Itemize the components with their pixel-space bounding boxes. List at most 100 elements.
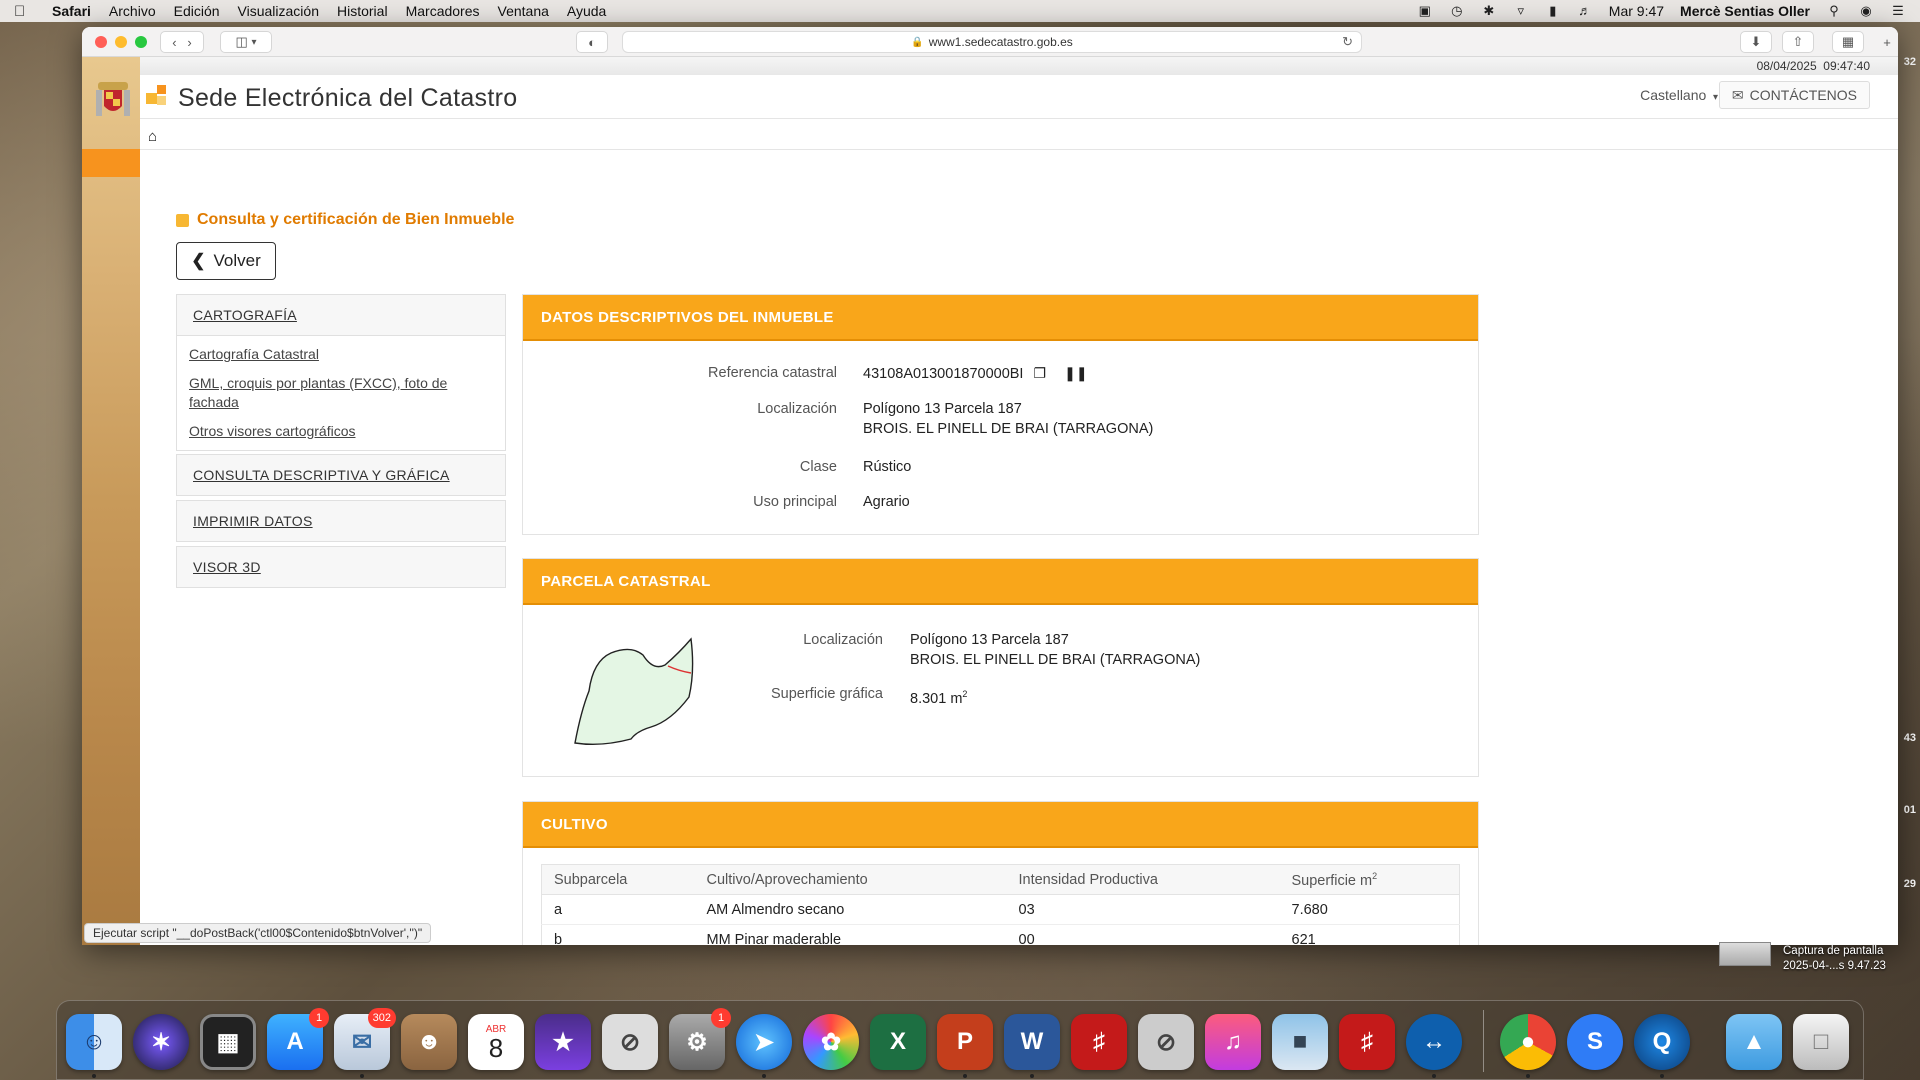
share-button[interactable]: ⇧	[1782, 31, 1814, 53]
label-parcela-localizacion: Localización	[803, 632, 883, 648]
sidebar-cartografia-title[interactable]: CARTOGRAFÍA	[177, 295, 505, 335]
menu-historial[interactable]: Historial	[337, 3, 388, 19]
sidebar-imprimir-title[interactable]: IMPRIMIR DATOS	[177, 501, 505, 541]
mail-badge: 302	[367, 1008, 396, 1028]
grid-icon: ▦	[1841, 34, 1855, 49]
downloads-button[interactable]: ⬇	[1740, 31, 1772, 53]
bluetooth-icon[interactable]: ✱	[1481, 4, 1497, 18]
tab-overview-button[interactable]: ▦	[1832, 31, 1864, 53]
screen-mirror-icon[interactable]: ▣	[1417, 4, 1433, 18]
link-otros-visores[interactable]: Otros visores cartográficos	[189, 417, 493, 446]
system-preferences-icon[interactable]: ⚙ 1	[669, 1008, 731, 1070]
table-row: b MM Pinar maderable 00 621	[541, 924, 1460, 945]
zoom-window-button[interactable]	[135, 35, 147, 48]
column-header-subparcela: Subparcela	[541, 864, 695, 895]
menu-app-name[interactable]: Safari	[52, 3, 91, 19]
cell-superficie: 621	[1279, 924, 1460, 945]
acrobat-reader-icon[interactable]: ♯	[1339, 1014, 1395, 1070]
catastro-logo-icon[interactable]	[146, 85, 170, 109]
apple-icon[interactable]: 	[14, 3, 30, 20]
time-machine-icon[interactable]: ◷	[1449, 4, 1465, 18]
spain-coat-of-arms-icon[interactable]	[90, 77, 136, 121]
trash-icon[interactable]: □	[1793, 1014, 1849, 1070]
menu-user[interactable]: Mercè Sentias Oller	[1680, 3, 1810, 19]
screenshot-thumbnail[interactable]	[1719, 942, 1771, 966]
sidebar-consulta-title[interactable]: CONSULTA DESCRIPTIVA Y GRÁFICA	[177, 455, 505, 495]
spotlight-icon[interactable]: ⚲	[1826, 4, 1842, 18]
link-gml-croquis[interactable]: GML, croquis por plantas (FXCC), foto de…	[189, 369, 493, 417]
calendar-icon[interactable]: ABR 8	[468, 1014, 524, 1070]
screenshot-label[interactable]: Captura de pantalla 2025-04-...s 9.47.23	[1783, 944, 1886, 974]
plus-icon: +	[1883, 34, 1891, 50]
safari-window: ‹ › ◫ ▾ ◐ 🔒 www1.sedecatastro.gob.es ↻ ⬇…	[82, 27, 1898, 945]
siri-icon[interactable]: ◉	[1858, 4, 1874, 18]
address-bar[interactable]: 🔒 www1.sedecatastro.gob.es ↻	[622, 31, 1362, 53]
menu-edicion[interactable]: Edición	[174, 3, 220, 19]
sidebar-consulta: CONSULTA DESCRIPTIVA Y GRÁFICA	[176, 454, 506, 496]
chrome-icon[interactable]: ●	[1500, 1014, 1556, 1070]
chevron-left-icon[interactable]: ‹	[172, 35, 176, 50]
preview-icon[interactable]: ■	[1272, 1014, 1328, 1070]
word-icon[interactable]: W	[1004, 1014, 1060, 1070]
quicktime-icon[interactable]: Q	[1634, 1014, 1690, 1070]
menu-marcadores[interactable]: Marcadores	[406, 3, 480, 19]
scrivener-icon[interactable]: S	[1567, 1014, 1623, 1070]
cell-subparcela: a	[541, 894, 695, 925]
contacts-icon[interactable]: ☻	[401, 1014, 457, 1070]
link-cartografia-catastral[interactable]: Cartografía Catastral	[189, 340, 493, 369]
referencia-text[interactable]: 43108A013001870000BI	[863, 366, 1023, 382]
language-selector[interactable]: Castellano ▾	[1640, 87, 1718, 103]
home-icon[interactable]: ⌂	[148, 128, 157, 145]
sidebar-visor-title[interactable]: VISOR 3D	[177, 547, 505, 587]
menu-visualizacion[interactable]: Visualización	[238, 3, 319, 19]
safari-icon[interactable]: ➤	[736, 1014, 792, 1070]
column-header-superficie: Superficie m2	[1279, 864, 1460, 895]
back-forward-buttons[interactable]: ‹ ›	[160, 31, 204, 53]
excel-icon[interactable]: X	[870, 1014, 926, 1070]
menu-archivo[interactable]: Archivo	[109, 3, 156, 19]
reload-icon[interactable]: ↻	[1342, 34, 1353, 50]
disabled-app-2-icon[interactable]: ⊘	[1138, 1014, 1194, 1070]
volume-icon[interactable]: ♬	[1577, 4, 1593, 18]
sidebar-toggle-button[interactable]: ◫ ▾	[220, 31, 272, 53]
mission-control-icon[interactable]: ▦	[200, 1014, 256, 1070]
siri-app-icon[interactable]: ✶	[133, 1014, 189, 1070]
menu-ventana[interactable]: Ventana	[498, 3, 549, 19]
parcel-shape-map[interactable]	[571, 631, 721, 751]
safari-toolbar: ‹ › ◫ ▾ ◐ 🔒 www1.sedecatastro.gob.es ↻ ⬇…	[82, 27, 1898, 57]
mail-icon[interactable]: ✉ 302	[334, 1008, 396, 1070]
document-icon	[176, 213, 189, 227]
music-icon[interactable]: ♫	[1205, 1014, 1261, 1070]
teamviewer-icon[interactable]: ↔	[1406, 1014, 1462, 1070]
language-label: Castellano	[1640, 87, 1707, 103]
disabled-app-icon[interactable]: ⊘	[602, 1014, 658, 1070]
privacy-report-button[interactable]: ◐	[576, 31, 608, 53]
label-uso: Uso principal	[753, 494, 837, 510]
menu-ayuda[interactable]: Ayuda	[567, 3, 606, 19]
table-header-row: Subparcela Cultivo/Aprovechamiento Inten…	[541, 864, 1460, 895]
minimize-window-button[interactable]	[115, 35, 127, 48]
sidebar-cartografia: CARTOGRAFÍA Cartografía Catastral GML, c…	[176, 294, 506, 451]
finder-icon[interactable]: ☺	[66, 1014, 122, 1070]
barcode-icon[interactable]: ❚❚	[1064, 365, 1087, 381]
wifi-icon[interactable]: ▿	[1513, 4, 1529, 18]
menu-clock[interactable]: Mar 9:47	[1609, 3, 1664, 19]
superficie-text: 8.301 m	[910, 690, 963, 707]
panel-datos-descriptivos: DATOS DESCRIPTIVOS DEL INMUEBLE Referenc…	[522, 294, 1479, 535]
photos-icon[interactable]: ✿	[803, 1014, 859, 1070]
battery-icon[interactable]: ▮	[1545, 4, 1561, 18]
imovie-icon[interactable]: ★	[535, 1014, 591, 1070]
control-center-icon[interactable]: ☰	[1890, 4, 1906, 18]
back-button[interactable]: ❮ Volver	[176, 242, 276, 280]
date-time-bar: 08/04/2025 09:47:40	[140, 57, 1898, 75]
acrobat-icon[interactable]: ♯	[1071, 1014, 1127, 1070]
contact-button[interactable]: ✉ CONTÁCTENOS	[1718, 81, 1870, 109]
new-tab-button[interactable]: +	[1878, 31, 1896, 53]
app-store-icon[interactable]: A1	[267, 1008, 329, 1070]
close-window-button[interactable]	[95, 35, 107, 48]
applications-folder-icon[interactable]: ▲	[1726, 1014, 1782, 1070]
powerpoint-icon[interactable]: P	[937, 1014, 993, 1070]
copy-icon[interactable]: ❐	[1034, 365, 1047, 381]
site-title[interactable]: Sede Electrónica del Catastro	[178, 84, 517, 113]
chevron-right-icon[interactable]: ›	[187, 35, 191, 50]
